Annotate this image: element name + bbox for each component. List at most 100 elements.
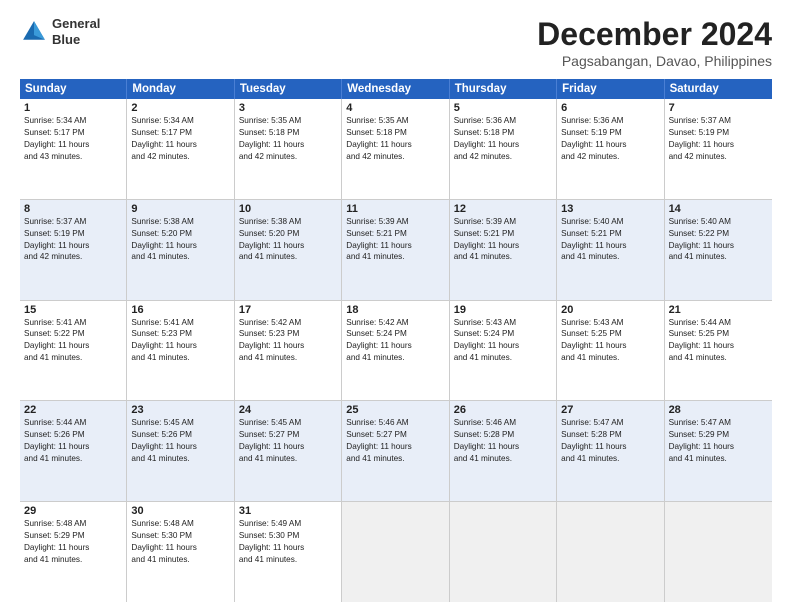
day-number: 27	[561, 404, 659, 416]
month-title: December 2024	[537, 16, 772, 53]
day-info: Sunrise: 5:40 AM Sunset: 5:22 PM Dayligh…	[669, 216, 768, 264]
day-info: Sunrise: 5:38 AM Sunset: 5:20 PM Dayligh…	[131, 216, 229, 264]
empty-cell	[665, 502, 772, 602]
day-number: 15	[24, 304, 122, 316]
day-info: Sunrise: 5:48 AM Sunset: 5:29 PM Dayligh…	[24, 518, 122, 566]
day-info: Sunrise: 5:42 AM Sunset: 5:24 PM Dayligh…	[346, 317, 444, 365]
day-info: Sunrise: 5:47 AM Sunset: 5:29 PM Dayligh…	[669, 417, 768, 465]
day-number: 29	[24, 505, 122, 517]
day-number: 6	[561, 102, 659, 114]
day-cell-6: 6Sunrise: 5:36 AM Sunset: 5:19 PM Daylig…	[557, 99, 664, 199]
day-cell-17: 17Sunrise: 5:42 AM Sunset: 5:23 PM Dayli…	[235, 301, 342, 401]
day-number: 23	[131, 404, 229, 416]
header-day-wednesday: Wednesday	[342, 79, 449, 99]
day-number: 13	[561, 203, 659, 215]
day-info: Sunrise: 5:42 AM Sunset: 5:23 PM Dayligh…	[239, 317, 337, 365]
day-info: Sunrise: 5:48 AM Sunset: 5:30 PM Dayligh…	[131, 518, 229, 566]
day-number: 8	[24, 203, 122, 215]
day-number: 30	[131, 505, 229, 517]
day-info: Sunrise: 5:46 AM Sunset: 5:28 PM Dayligh…	[454, 417, 552, 465]
calendar-body: 1Sunrise: 5:34 AM Sunset: 5:17 PM Daylig…	[20, 99, 772, 602]
day-cell-10: 10Sunrise: 5:38 AM Sunset: 5:20 PM Dayli…	[235, 200, 342, 300]
title-block: December 2024 Pagsabangan, Davao, Philip…	[537, 16, 772, 69]
day-number: 20	[561, 304, 659, 316]
day-number: 14	[669, 203, 768, 215]
logo-text: General Blue	[52, 16, 100, 47]
day-number: 17	[239, 304, 337, 316]
day-cell-9: 9Sunrise: 5:38 AM Sunset: 5:20 PM Daylig…	[127, 200, 234, 300]
day-cell-12: 12Sunrise: 5:39 AM Sunset: 5:21 PM Dayli…	[450, 200, 557, 300]
day-cell-29: 29Sunrise: 5:48 AM Sunset: 5:29 PM Dayli…	[20, 502, 127, 602]
day-cell-11: 11Sunrise: 5:39 AM Sunset: 5:21 PM Dayli…	[342, 200, 449, 300]
day-cell-27: 27Sunrise: 5:47 AM Sunset: 5:28 PM Dayli…	[557, 401, 664, 501]
header-day-sunday: Sunday	[20, 79, 127, 99]
day-number: 10	[239, 203, 337, 215]
day-cell-14: 14Sunrise: 5:40 AM Sunset: 5:22 PM Dayli…	[665, 200, 772, 300]
day-number: 26	[454, 404, 552, 416]
day-info: Sunrise: 5:37 AM Sunset: 5:19 PM Dayligh…	[669, 115, 768, 163]
header-day-saturday: Saturday	[665, 79, 772, 99]
calendar-row-1: 1Sunrise: 5:34 AM Sunset: 5:17 PM Daylig…	[20, 99, 772, 200]
day-info: Sunrise: 5:49 AM Sunset: 5:30 PM Dayligh…	[239, 518, 337, 566]
day-info: Sunrise: 5:46 AM Sunset: 5:27 PM Dayligh…	[346, 417, 444, 465]
day-info: Sunrise: 5:43 AM Sunset: 5:25 PM Dayligh…	[561, 317, 659, 365]
day-cell-24: 24Sunrise: 5:45 AM Sunset: 5:27 PM Dayli…	[235, 401, 342, 501]
logo-icon	[20, 18, 48, 46]
day-number: 28	[669, 404, 768, 416]
day-info: Sunrise: 5:44 AM Sunset: 5:26 PM Dayligh…	[24, 417, 122, 465]
day-cell-8: 8Sunrise: 5:37 AM Sunset: 5:19 PM Daylig…	[20, 200, 127, 300]
header-day-tuesday: Tuesday	[235, 79, 342, 99]
day-cell-22: 22Sunrise: 5:44 AM Sunset: 5:26 PM Dayli…	[20, 401, 127, 501]
day-cell-31: 31Sunrise: 5:49 AM Sunset: 5:30 PM Dayli…	[235, 502, 342, 602]
day-cell-28: 28Sunrise: 5:47 AM Sunset: 5:29 PM Dayli…	[665, 401, 772, 501]
day-cell-2: 2Sunrise: 5:34 AM Sunset: 5:17 PM Daylig…	[127, 99, 234, 199]
day-number: 25	[346, 404, 444, 416]
page: General Blue December 2024 Pagsabangan, …	[0, 0, 792, 612]
day-info: Sunrise: 5:44 AM Sunset: 5:25 PM Dayligh…	[669, 317, 768, 365]
day-number: 31	[239, 505, 337, 517]
day-info: Sunrise: 5:45 AM Sunset: 5:26 PM Dayligh…	[131, 417, 229, 465]
day-info: Sunrise: 5:47 AM Sunset: 5:28 PM Dayligh…	[561, 417, 659, 465]
day-cell-19: 19Sunrise: 5:43 AM Sunset: 5:24 PM Dayli…	[450, 301, 557, 401]
header-day-thursday: Thursday	[450, 79, 557, 99]
day-info: Sunrise: 5:41 AM Sunset: 5:22 PM Dayligh…	[24, 317, 122, 365]
day-info: Sunrise: 5:41 AM Sunset: 5:23 PM Dayligh…	[131, 317, 229, 365]
subtitle: Pagsabangan, Davao, Philippines	[537, 53, 772, 69]
day-info: Sunrise: 5:36 AM Sunset: 5:19 PM Dayligh…	[561, 115, 659, 163]
day-cell-25: 25Sunrise: 5:46 AM Sunset: 5:27 PM Dayli…	[342, 401, 449, 501]
day-info: Sunrise: 5:40 AM Sunset: 5:21 PM Dayligh…	[561, 216, 659, 264]
empty-cell	[450, 502, 557, 602]
day-cell-23: 23Sunrise: 5:45 AM Sunset: 5:26 PM Dayli…	[127, 401, 234, 501]
day-cell-7: 7Sunrise: 5:37 AM Sunset: 5:19 PM Daylig…	[665, 99, 772, 199]
header-day-friday: Friday	[557, 79, 664, 99]
day-info: Sunrise: 5:34 AM Sunset: 5:17 PM Dayligh…	[131, 115, 229, 163]
calendar: SundayMondayTuesdayWednesdayThursdayFrid…	[20, 79, 772, 602]
day-number: 19	[454, 304, 552, 316]
day-number: 22	[24, 404, 122, 416]
day-cell-15: 15Sunrise: 5:41 AM Sunset: 5:22 PM Dayli…	[20, 301, 127, 401]
empty-cell	[342, 502, 449, 602]
calendar-row-2: 8Sunrise: 5:37 AM Sunset: 5:19 PM Daylig…	[20, 200, 772, 301]
calendar-row-5: 29Sunrise: 5:48 AM Sunset: 5:29 PM Dayli…	[20, 502, 772, 602]
day-number: 4	[346, 102, 444, 114]
day-cell-20: 20Sunrise: 5:43 AM Sunset: 5:25 PM Dayli…	[557, 301, 664, 401]
day-info: Sunrise: 5:35 AM Sunset: 5:18 PM Dayligh…	[239, 115, 337, 163]
calendar-row-4: 22Sunrise: 5:44 AM Sunset: 5:26 PM Dayli…	[20, 401, 772, 502]
day-cell-18: 18Sunrise: 5:42 AM Sunset: 5:24 PM Dayli…	[342, 301, 449, 401]
day-info: Sunrise: 5:39 AM Sunset: 5:21 PM Dayligh…	[454, 216, 552, 264]
header: General Blue December 2024 Pagsabangan, …	[20, 16, 772, 69]
day-cell-4: 4Sunrise: 5:35 AM Sunset: 5:18 PM Daylig…	[342, 99, 449, 199]
day-number: 7	[669, 102, 768, 114]
day-number: 11	[346, 203, 444, 215]
day-number: 5	[454, 102, 552, 114]
day-number: 3	[239, 102, 337, 114]
day-info: Sunrise: 5:39 AM Sunset: 5:21 PM Dayligh…	[346, 216, 444, 264]
day-number: 16	[131, 304, 229, 316]
day-number: 18	[346, 304, 444, 316]
day-cell-30: 30Sunrise: 5:48 AM Sunset: 5:30 PM Dayli…	[127, 502, 234, 602]
calendar-header: SundayMondayTuesdayWednesdayThursdayFrid…	[20, 79, 772, 99]
day-number: 24	[239, 404, 337, 416]
day-cell-16: 16Sunrise: 5:41 AM Sunset: 5:23 PM Dayli…	[127, 301, 234, 401]
day-number: 9	[131, 203, 229, 215]
day-info: Sunrise: 5:36 AM Sunset: 5:18 PM Dayligh…	[454, 115, 552, 163]
